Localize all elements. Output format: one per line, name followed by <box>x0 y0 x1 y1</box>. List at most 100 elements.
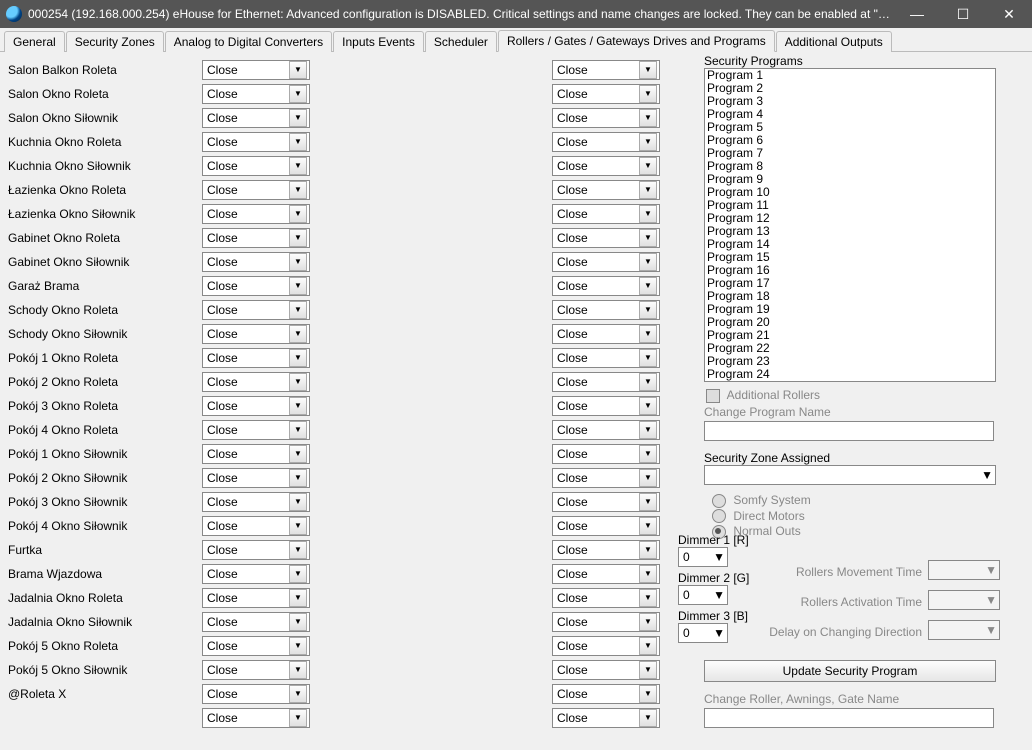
roller-action-combo[interactable]: Close▼ <box>552 180 660 200</box>
roller-action-combo[interactable]: Close▼ <box>202 612 310 632</box>
chevron-down-icon: ▼ <box>639 325 657 343</box>
roller-action-combo[interactable]: Close▼ <box>202 204 310 224</box>
tab-adc[interactable]: Analog to Digital Converters <box>165 31 332 52</box>
roller-action-combo[interactable]: Close▼ <box>202 180 310 200</box>
roller-action-combo[interactable]: Close▼ <box>552 444 660 464</box>
dimmer2-combo[interactable]: 0▼ <box>678 585 728 605</box>
roller-action-combo[interactable]: Close▼ <box>552 108 660 128</box>
roller-action-combo[interactable]: Close▼ <box>552 564 660 584</box>
roller-action-combo[interactable]: Close▼ <box>552 516 660 536</box>
chevron-down-icon: ▼ <box>289 709 307 727</box>
roller-action-combo[interactable]: Close▼ <box>202 132 310 152</box>
roller-action-combo[interactable]: Close▼ <box>202 516 310 536</box>
chevron-down-icon: ▼ <box>289 85 307 103</box>
roller-action-combo[interactable]: Close▼ <box>202 300 310 320</box>
roller-action-combo[interactable]: Close▼ <box>202 540 310 560</box>
roller-action-combo[interactable]: Close▼ <box>552 468 660 488</box>
roller-action-combo[interactable]: Close▼ <box>552 252 660 272</box>
roller-label: Salon Okno Roleta <box>8 82 198 106</box>
roller-action-combo[interactable]: Close▼ <box>202 60 310 80</box>
chevron-down-icon: ▼ <box>639 661 657 679</box>
roller-label: Salon Okno Siłownik <box>8 106 198 130</box>
roller-action-combo[interactable]: Close▼ <box>202 420 310 440</box>
dimmer1-combo[interactable]: 0▼ <box>678 547 728 567</box>
roller-action-combo[interactable]: Close▼ <box>552 228 660 248</box>
change-roller-name-label: Change Roller, Awnings, Gate Name <box>704 692 899 706</box>
roller-action-combo[interactable]: Close▼ <box>552 684 660 704</box>
roller-action-combo[interactable]: Close▼ <box>552 156 660 176</box>
additional-rollers-label: Additional Rollers <box>727 388 820 402</box>
chevron-down-icon: ▼ <box>639 469 657 487</box>
tab-security-zones[interactable]: Security Zones <box>66 31 164 52</box>
roller-action-combo[interactable]: Close▼ <box>552 660 660 680</box>
somfy-label: Somfy System <box>733 493 810 507</box>
dimmer2-label: Dimmer 2 [G] <box>678 571 749 585</box>
roller-action-combo[interactable]: Close▼ <box>552 276 660 296</box>
chevron-down-icon: ▼ <box>639 85 657 103</box>
chevron-down-icon: ▼ <box>713 550 725 564</box>
security-zone-combo[interactable]: ▼ <box>704 465 996 485</box>
tab-inputs-events[interactable]: Inputs Events <box>333 31 424 52</box>
minimize-button[interactable]: — <box>894 0 940 28</box>
roller-action-combo[interactable]: Close▼ <box>202 348 310 368</box>
roller-action-combo[interactable]: Close▼ <box>552 540 660 560</box>
direct-motors-radio <box>712 509 726 523</box>
roller-action-combo[interactable]: Close▼ <box>552 324 660 344</box>
roller-action-combo[interactable]: Close▼ <box>202 276 310 296</box>
program-list-item[interactable]: Program 24 <box>707 368 995 381</box>
roller-action-combo[interactable]: Close▼ <box>552 204 660 224</box>
chevron-down-icon: ▼ <box>639 157 657 175</box>
roller-action-combo[interactable]: Close▼ <box>552 300 660 320</box>
tab-general[interactable]: General <box>4 31 65 52</box>
roller-action-combo[interactable]: Close▼ <box>552 588 660 608</box>
roller-action-combo[interactable]: Close▼ <box>552 636 660 656</box>
chevron-down-icon: ▼ <box>639 253 657 271</box>
chevron-down-icon: ▼ <box>985 623 997 637</box>
roller-action-combo[interactable]: Close▼ <box>202 228 310 248</box>
roller-action-combo[interactable]: Close▼ <box>552 708 660 728</box>
roller-action-combo[interactable]: Close▼ <box>202 252 310 272</box>
roller-action-combo[interactable]: Close▼ <box>202 636 310 656</box>
roller-action-combo[interactable]: Close▼ <box>202 84 310 104</box>
maximize-button[interactable]: ☐ <box>940 0 986 28</box>
change-program-name-input[interactable] <box>704 421 994 441</box>
roller-action-combo[interactable]: Close▼ <box>202 492 310 512</box>
roller-label: Brama Wjazdowa <box>8 562 198 586</box>
change-roller-name-input[interactable] <box>704 708 994 728</box>
roller-label: Gabinet Okno Siłownik <box>8 250 198 274</box>
roller-action-combo[interactable]: Close▼ <box>202 444 310 464</box>
roller-action-combo[interactable]: Close▼ <box>202 708 310 728</box>
tab-rollers[interactable]: Rollers / Gates / Gateways Drives and Pr… <box>498 30 775 52</box>
roller-action-combo[interactable]: Close▼ <box>552 492 660 512</box>
roller-action-combo[interactable]: Close▼ <box>552 420 660 440</box>
roller-action-combo[interactable]: Close▼ <box>202 660 310 680</box>
chevron-down-icon: ▼ <box>713 626 725 640</box>
roller-action-combo[interactable]: Close▼ <box>552 132 660 152</box>
roller-action-combo[interactable]: Close▼ <box>202 564 310 584</box>
dimmer3-combo[interactable]: 0▼ <box>678 623 728 643</box>
chevron-down-icon: ▼ <box>639 613 657 631</box>
roller-action-combo[interactable]: Close▼ <box>202 324 310 344</box>
roller-action-combo[interactable]: Close▼ <box>202 468 310 488</box>
direct-motors-label: Direct Motors <box>733 509 804 523</box>
rollers-movement-time-label: Rollers Movement Time <box>796 565 922 579</box>
close-button[interactable]: ✕ <box>986 0 1032 28</box>
roller-action-combo[interactable]: Close▼ <box>552 60 660 80</box>
roller-action-combo[interactable]: Close▼ <box>202 684 310 704</box>
roller-action-combo[interactable]: Close▼ <box>202 396 310 416</box>
roller-action-combo[interactable]: Close▼ <box>552 372 660 392</box>
roller-action-combo[interactable]: Close▼ <box>552 348 660 368</box>
tab-scheduler[interactable]: Scheduler <box>425 31 497 52</box>
tab-additional-outputs[interactable]: Additional Outputs <box>776 31 892 52</box>
roller-action-combo[interactable]: Close▼ <box>202 156 310 176</box>
roller-action-combo[interactable]: Close▼ <box>552 612 660 632</box>
roller-action-combo[interactable]: Close▼ <box>202 372 310 392</box>
chevron-down-icon: ▼ <box>981 468 993 482</box>
roller-action-combo[interactable]: Close▼ <box>552 396 660 416</box>
roller-action-combo[interactable]: Close▼ <box>202 108 310 128</box>
roller-action-combo[interactable]: Close▼ <box>202 588 310 608</box>
update-security-program-button[interactable]: Update Security Program <box>704 660 996 682</box>
chevron-down-icon: ▼ <box>639 493 657 511</box>
security-programs-listbox[interactable]: Program 1Program 2Program 3Program 4Prog… <box>704 68 996 382</box>
roller-action-combo[interactable]: Close▼ <box>552 84 660 104</box>
